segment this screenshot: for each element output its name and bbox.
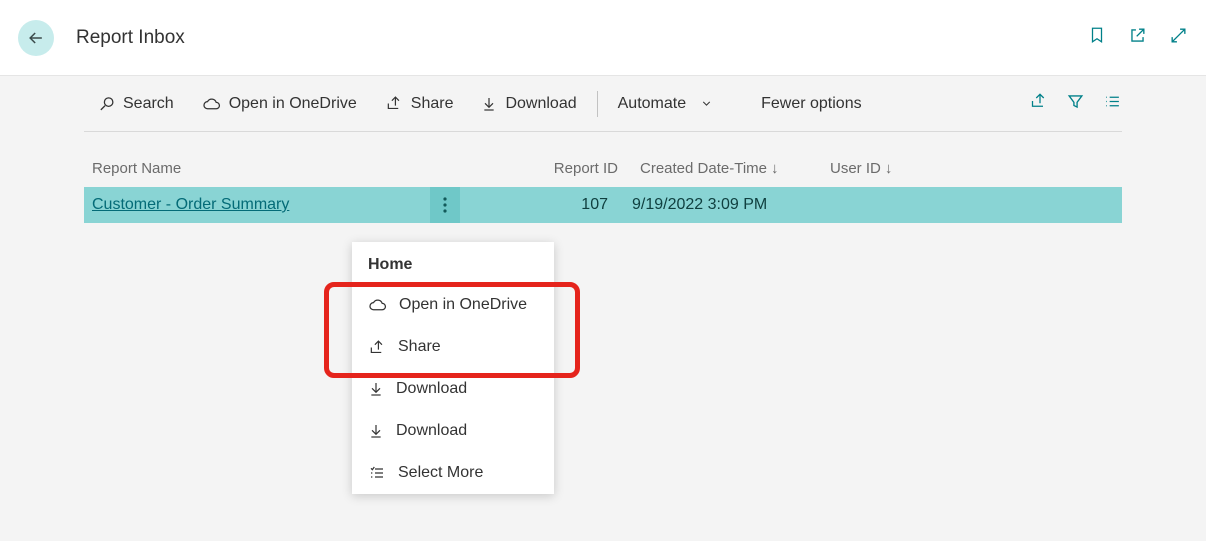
table-row[interactable]: Customer - Order Summary 107 9/19/2022 3… [84,187,1122,223]
popout-icon[interactable] [1128,26,1147,50]
col-created-date[interactable]: Created Date-Time ↓ [618,160,808,177]
share-icon [385,95,403,112]
search-label: Search [123,95,174,113]
fewer-options-label: Fewer options [761,95,862,113]
ctx-download-1-label: Download [396,380,467,398]
automate-label: Automate [618,95,686,113]
divider [597,91,598,117]
sort-down-icon: ↓ [771,160,779,177]
download-icon [481,95,497,113]
sort-down-icon: ↓ [885,160,893,177]
cloud-icon [368,298,387,312]
topbar: Report Inbox [0,0,1206,76]
page-title: Report Inbox [76,27,185,49]
col-user-id-label: User ID [830,160,881,177]
ctx-download-1[interactable]: Download [352,368,554,410]
search-button[interactable]: Search [84,76,188,131]
col-report-id[interactable]: Report ID [528,160,618,177]
automate-button[interactable]: Automate [604,76,727,131]
download-icon [368,422,384,440]
cloud-icon [202,97,221,111]
report-name-link[interactable]: Customer - Order Summary [84,196,430,214]
expand-icon[interactable] [1169,26,1188,50]
report-id-cell: 107 [520,196,610,214]
table-header: Report Name Report ID Created Date-Time … [84,160,1122,187]
ctx-share[interactable]: Share [352,326,554,368]
download-icon [368,380,384,398]
ctx-select-more[interactable]: Select More [352,452,554,494]
created-date-cell: 9/19/2022 3:09 PM [610,196,800,214]
share-page-icon[interactable] [1029,92,1048,115]
filter-icon[interactable] [1066,92,1085,116]
ctx-open-onedrive[interactable]: Open in OneDrive [352,284,554,326]
ctx-share-label: Share [398,338,441,356]
ctx-select-more-label: Select More [398,464,483,482]
chevron-down-icon [700,97,713,110]
bookmark-icon[interactable] [1088,25,1106,50]
col-report-name[interactable]: Report Name [92,160,528,177]
list-icon[interactable] [1103,93,1122,115]
col-created-date-label: Created Date-Time [640,160,767,177]
context-menu: Home Open in OneDrive Share Download Dow… [352,242,554,494]
ctx-open-onedrive-label: Open in OneDrive [399,296,527,314]
share-icon [368,339,386,356]
context-menu-header: Home [352,242,554,284]
download-button[interactable]: Download [467,76,590,131]
top-actions [1088,25,1188,50]
ctx-download-2-label: Download [396,422,467,440]
report-table: Report Name Report ID Created Date-Time … [84,160,1122,223]
back-button[interactable] [18,20,54,56]
select-more-icon [368,465,386,481]
more-vertical-icon [443,197,447,213]
ctx-download-2[interactable]: Download [352,410,554,452]
share-button[interactable]: Share [371,76,468,131]
action-bar: Search Open in OneDrive Share Download A… [84,76,1122,132]
download-label: Download [505,95,576,113]
share-label: Share [411,95,454,113]
fewer-options-button[interactable]: Fewer options [747,76,876,131]
content-area: Search Open in OneDrive Share Download A… [0,76,1206,223]
open-onedrive-label: Open in OneDrive [229,95,357,113]
row-more-button[interactable] [430,187,460,223]
open-onedrive-button[interactable]: Open in OneDrive [188,76,371,131]
search-icon [98,95,115,112]
arrow-left-icon [26,28,46,48]
col-user-id[interactable]: User ID ↓ [808,160,928,177]
